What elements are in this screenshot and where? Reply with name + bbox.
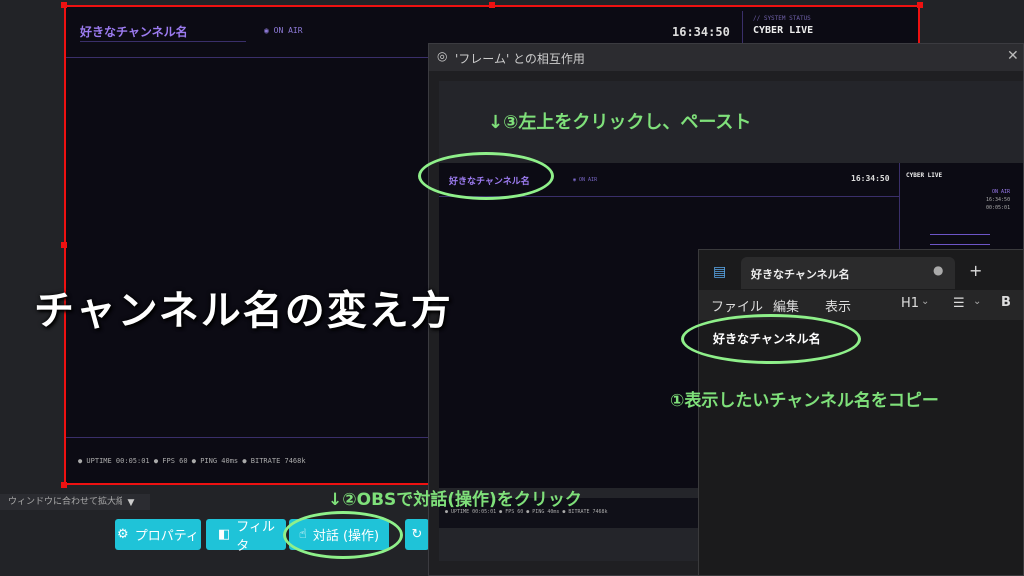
on-air-indicator: ◉ ON AIR: [264, 26, 303, 35]
refresh-button[interactable]: ↻: [405, 519, 429, 550]
resize-handle[interactable]: [917, 2, 923, 8]
inner-side-on-air: ON AIR: [992, 189, 1011, 195]
chevron-down-icon[interactable]: ⌄: [973, 296, 981, 307]
step1-annotation: ①表示したいチャンネル名をコピー: [670, 391, 939, 411]
filters-label: フィルタ: [236, 519, 276, 554]
tab-title: 好きなチャンネル名: [751, 268, 850, 281]
window-titlebar: ◎ 'フレーム' との相互作用 ✕: [429, 44, 1023, 71]
notepad-window: ▤ 好きなチャンネル名 ● + ファイル 編集 表示 H1 ⌄ ☰ ⌄ B 好き…: [698, 249, 1024, 576]
system-status-label: // SYSTEM STATUS: [753, 15, 811, 22]
menu-view[interactable]: 表示: [825, 296, 851, 315]
brand-label: CYBER LIVE: [753, 25, 814, 36]
close-icon[interactable]: ✕: [1007, 48, 1019, 64]
highlight-ellipse: [283, 511, 403, 559]
inner-on-air: ◉ ON AIR: [573, 177, 598, 183]
window-title: 'フレーム' との相互作用: [455, 52, 585, 66]
unsaved-dot-icon: ●: [933, 263, 944, 277]
notepad-tab[interactable]: 好きなチャンネル名 ●: [741, 257, 955, 289]
tutorial-title: チャンネル名の変え方: [34, 287, 453, 334]
gear-icon: ⚙: [117, 527, 129, 542]
dropdown-arrow-icon[interactable]: ▼: [122, 496, 140, 510]
refresh-icon: ↻: [411, 527, 423, 542]
overlay-channel-name: 好きなチャンネル名: [80, 25, 188, 39]
highlight-ellipse: [418, 152, 554, 200]
inner-side-uptime: 00:05:01: [986, 205, 1011, 211]
bold-button[interactable]: B: [1001, 295, 1011, 310]
properties-button[interactable]: ⚙ プロパティ: [115, 519, 201, 550]
overlay-clock: 16:34:50: [672, 25, 730, 39]
meter-bar: [930, 234, 990, 235]
meter-bar: [930, 244, 990, 245]
inner-side-time: 16:34:50: [986, 197, 1011, 203]
resize-handle[interactable]: [489, 2, 495, 8]
properties-label: プロパティ: [134, 529, 199, 544]
step2-annotation: ↓②OBSで対話(操作)をクリック: [328, 490, 582, 510]
highlight-ellipse: [681, 314, 861, 364]
resize-handle[interactable]: [61, 482, 67, 488]
menu-edit[interactable]: 編集: [773, 296, 799, 315]
list-icon[interactable]: ☰: [953, 296, 965, 311]
chevron-down-icon[interactable]: ⌄: [921, 296, 929, 307]
filter-icon: ◧: [218, 527, 231, 542]
scale-label: ウィンドウに合わせて拡大縮小: [8, 497, 135, 507]
notepad-editor[interactable]: 好きなチャンネル名: [713, 330, 1013, 570]
step3-annotation: ↓③左上をクリックし、ペースト: [488, 112, 752, 133]
inner-clock: 16:34:50: [851, 174, 890, 183]
heading-selector[interactable]: H1: [901, 296, 919, 311]
stats-bar: ● UPTIME 00:05:01 ● FPS 60 ● PING 40ms ●…: [78, 457, 306, 465]
notepad-icon: ▤: [713, 264, 727, 280]
title-underline: [80, 41, 246, 42]
inner-brand: CYBER LIVE: [906, 172, 943, 179]
filters-button[interactable]: ◧ フィルタ: [206, 519, 286, 554]
resize-handle[interactable]: [61, 2, 67, 8]
new-tab-plus-icon[interactable]: +: [969, 261, 982, 280]
obs-logo-icon: ◎: [437, 49, 448, 63]
resize-handle[interactable]: [61, 242, 67, 248]
menu-file[interactable]: ファイル: [711, 296, 763, 315]
